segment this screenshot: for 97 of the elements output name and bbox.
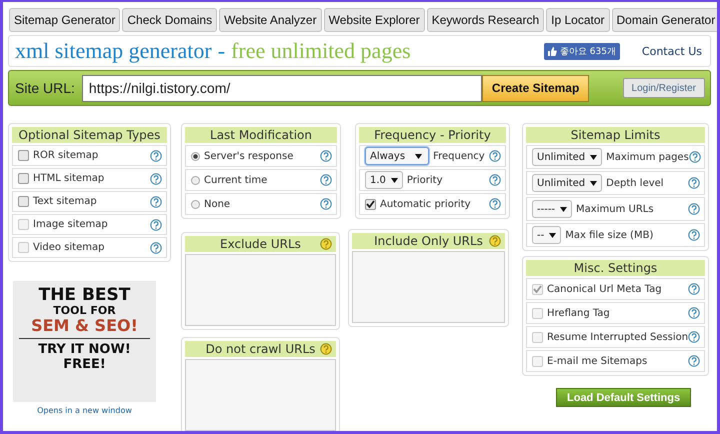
ad-text: TRY IT NOW! [38,343,131,358]
radio-button[interactable] [191,200,200,208]
option-label: Priority [406,174,444,186]
nav-tab[interactable]: Website Analyzer [219,8,322,32]
nav-tab[interactable]: Sitemap Generator [9,8,120,32]
nav-tab[interactable]: Domain Generator [612,8,717,32]
help-icon[interactable] [688,151,701,163]
help-icon[interactable] [150,242,162,254]
url-list-field[interactable] [185,254,336,326]
option-label: HTML sitemap [33,173,106,184]
ad-banner[interactable]: THE BEST TOOL FOR SEM & SEO! TRY IT NOW! FREE! [13,281,156,402]
option-label: None [204,198,232,210]
caret-icon [590,154,598,160]
help-icon[interactable] [489,150,501,162]
thumbs-up-icon [548,46,557,56]
checkbox[interactable] [18,150,29,161]
option-label: E-mail me Sitemaps [547,356,648,366]
radio-button[interactable] [191,152,200,160]
help-icon[interactable] [320,198,332,210]
ad-text: FREE! [63,358,106,372]
help-icon[interactable] [688,307,700,319]
option-label: Maximum URLs [576,204,655,214]
option-label: Current time [204,174,268,186]
checkbox[interactable] [18,173,29,184]
help-icon[interactable] [320,174,332,186]
checkmark-icon [533,285,542,293]
help-icon[interactable] [150,172,162,184]
option-label: Max file size (MB) [565,230,654,240]
dropdown[interactable]: Unlimited [532,148,602,166]
caret-icon [390,178,398,182]
option-label: Resume Interrupted Session [547,332,688,342]
caret-icon [549,232,556,238]
help-icon[interactable] [320,343,332,355]
panel-title: Do not crawl URLs [206,341,316,357]
dropdown[interactable]: -- [532,226,562,244]
panel-title: Last Modification [185,127,337,143]
help-icon[interactable] [320,150,332,162]
help-icon[interactable] [688,177,700,189]
ad-text: TOOL FOR [53,304,116,317]
help-icon[interactable] [150,196,162,208]
checkmark-icon [366,200,375,208]
option-label: Image sitemap [33,219,109,230]
option-label: Automatic priority [380,198,472,210]
option-label: ROR sitemap [33,150,100,161]
create-sitemap-button[interactable]: Create Sitemap [482,74,590,102]
help-icon[interactable] [150,218,162,230]
dropdown[interactable]: 1.0 [365,171,403,189]
checkbox[interactable] [18,196,29,207]
login-button[interactable]: Login/Register [622,78,705,98]
ad-text: SEM & SEO! [31,316,138,334]
nav-tab[interactable]: Keywords Research [426,8,544,32]
help-icon[interactable] [688,355,700,367]
url-label: Site URL: [15,80,75,96]
dropdown[interactable]: Unlimited [532,174,602,192]
panel-title: Include Only URLs [374,233,483,249]
site-title: xml sitemap generator [15,38,212,63]
panel-title: Frequency - Priority [359,127,506,143]
radio-button[interactable] [191,176,200,184]
nav-tab[interactable]: Website Explorer [324,8,425,32]
help-icon[interactable] [688,229,700,241]
dropdown[interactable]: Always [365,147,430,165]
panel-title: Misc. Settings [526,260,705,276]
option-label: Server's response [204,150,294,162]
panel-title: Optional Sitemap Types [12,127,167,143]
dropdown[interactable]: ----- [532,200,572,218]
site-subtitle: free unlimited pages [231,38,411,63]
nav-tab[interactable]: Check Domains [122,8,218,32]
ad-text: THE BEST [38,286,130,305]
caret-icon [415,154,422,158]
option-label: Text sitemap [33,196,98,207]
option-label: Video sitemap [33,242,106,253]
new-window-link[interactable]: Opens in a new window [8,406,161,415]
url-field[interactable]: https://nilgi.tistory.com/ [82,74,482,102]
help-icon[interactable] [489,235,501,247]
url-list-field[interactable] [185,359,336,431]
panel-title: Exclude URLs [220,236,301,252]
url-list-field[interactable] [352,251,505,323]
help-icon[interactable] [489,174,501,186]
option-label: Hreflang Tag [547,308,611,318]
contact-link[interactable]: Contact Us [642,44,702,58]
caret-icon [560,206,568,212]
nav-tab[interactable]: Ip Locator [546,8,610,32]
help-icon[interactable] [489,198,501,210]
like-button[interactable]: 좋아요 635개 [544,42,620,60]
help-icon[interactable] [688,283,700,295]
option-label: Canonical Url Meta Tag [547,284,663,294]
option-label: Frequency [433,150,486,162]
help-icon[interactable] [150,150,162,162]
help-icon[interactable] [320,238,332,250]
help-icon[interactable] [688,203,700,215]
title-separator: - [218,38,226,63]
checkbox[interactable] [365,198,376,210]
panel-title: Sitemap Limits [526,127,705,143]
option-label: Depth level [606,178,665,188]
help-icon[interactable] [688,331,700,343]
caret-icon [590,180,598,186]
option-label: Maximum pages [606,152,689,162]
